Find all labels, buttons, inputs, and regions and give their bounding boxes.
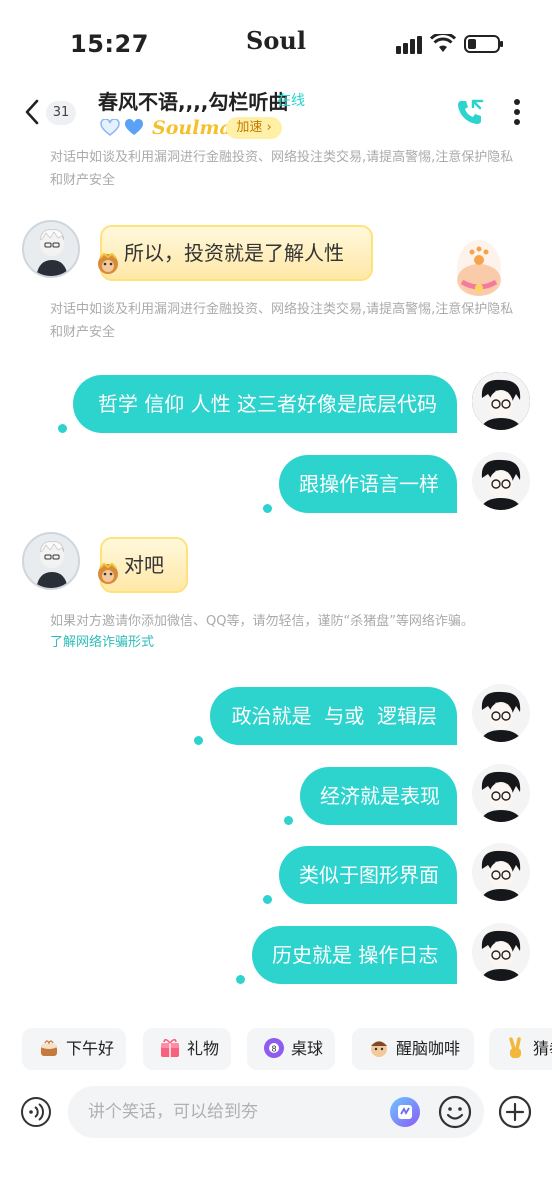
message-input[interactable]: 讲个笑话，可以给到夯 [68, 1086, 484, 1138]
character-face-icon [368, 1033, 390, 1057]
add-icon[interactable] [497, 1094, 533, 1134]
boost-button[interactable]: 加速 › [226, 117, 282, 139]
monkey-sticker-icon [94, 560, 122, 594]
contact-avatar[interactable] [22, 220, 80, 278]
gift-icon [159, 1033, 181, 1057]
quick-reply-billiards[interactable]: 8 桌球 [247, 1028, 335, 1070]
billiard-ball-icon: 8 [263, 1033, 285, 1058]
egg-pet-icon[interactable] [450, 232, 508, 308]
my-avatar[interactable] [472, 684, 530, 742]
message-bubble-outgoing[interactable]: 类似于图形界面 [279, 846, 457, 904]
unread-badge: 31 [46, 101, 76, 125]
chat-screen: { "status_bar": {"time": "15:27", "brand… [0, 0, 552, 1200]
my-avatar[interactable] [472, 452, 530, 510]
quick-reply-rps[interactable]: 猜拳 [489, 1028, 552, 1070]
victory-hand-icon [505, 1033, 527, 1058]
message-bubble-outgoing[interactable]: 政治就是 与或 逻辑层 [210, 687, 457, 745]
read-status-dot [194, 736, 203, 745]
read-status-dot [263, 504, 272, 513]
voice-call-icon[interactable] [455, 98, 485, 132]
battery-icon [464, 34, 504, 58]
finance-warning-notice: 对话中如谈及利用漏洞进行金融投资、网络投注类交易,请提高警惕,注意保护隐私和财产… [50, 302, 514, 340]
my-avatar[interactable] [472, 843, 530, 901]
message-bubble-outgoing[interactable]: 跟操作语言一样 [279, 455, 457, 513]
finance-warning-notice: 对话中如谈及利用漏洞进行金融投资、网络投注类交易,请提高警惕,注意保护隐私和财产… [50, 150, 514, 188]
quick-reply-afternoon[interactable]: 下午好 [22, 1028, 126, 1070]
online-status: 在线 [277, 93, 305, 109]
read-status-dot [236, 975, 245, 984]
monkey-sticker-icon [94, 250, 122, 284]
my-avatar[interactable] [472, 923, 530, 981]
heart-filled-icon [124, 118, 144, 141]
chat-title[interactable]: 春风不语,,,,勾栏听曲 [98, 86, 288, 115]
message-bubble-outgoing[interactable]: 经济就是表现 [300, 767, 457, 825]
coffee-cup-icon [38, 1033, 60, 1056]
read-status-dot [284, 816, 293, 825]
message-bubble-incoming[interactable]: 所以，投资就是了解人性 [100, 225, 373, 281]
learn-scam-link[interactable]: 了解网络诈骗形式 [50, 632, 154, 654]
my-avatar[interactable] [472, 372, 530, 430]
read-status-dot [263, 895, 272, 904]
message-bubble-outgoing[interactable]: 哲学 信仰 人性 这三者好像是底层代码 [73, 375, 457, 433]
quick-reply-label: 礼物 [187, 1039, 220, 1058]
my-avatar[interactable] [472, 764, 530, 822]
scam-warning-notice: 如果对方邀请你添加微信、QQ等，请勿轻信，谨防“杀猪盘”等网络诈骗。 [50, 614, 474, 629]
quick-reply-coffee[interactable]: 醒脑咖啡 [352, 1028, 474, 1070]
more-options-icon[interactable] [510, 98, 524, 132]
heart-outline-icon [100, 118, 120, 141]
back-icon[interactable] [22, 98, 42, 130]
quick-reply-label: 猜拳 [533, 1039, 552, 1058]
emoji-icon[interactable] [437, 1094, 473, 1134]
message-bubble-outgoing[interactable]: 历史就是 操作日志 [252, 926, 457, 984]
voice-input-icon[interactable] [20, 1096, 52, 1132]
quick-reply-label: 桌球 [291, 1039, 324, 1058]
quick-reply-label: 下午好 [66, 1039, 115, 1058]
contact-avatar[interactable] [22, 532, 80, 590]
quick-reply-label: 醒脑咖啡 [396, 1039, 461, 1058]
wifi-icon [429, 32, 457, 58]
svg-text:8: 8 [271, 1045, 276, 1054]
read-status-dot [58, 424, 67, 433]
quick-reply-gift[interactable]: 礼物 [143, 1028, 231, 1070]
ai-assistant-icon[interactable] [389, 1096, 421, 1132]
signal-icon [396, 36, 422, 58]
